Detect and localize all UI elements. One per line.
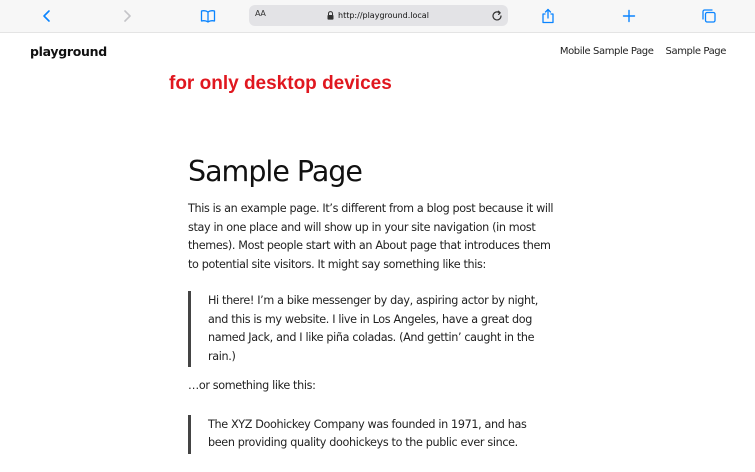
back-icon (43, 10, 50, 22)
forward-icon (124, 10, 131, 22)
tabs-icon (702, 9, 716, 23)
share-button[interactable] (536, 4, 560, 28)
quote-text: The XYZ Doohickey Company was founded in… (208, 417, 527, 450)
reload-icon (491, 10, 502, 20)
bookmarks-button[interactable] (196, 4, 220, 28)
forward-button[interactable] (115, 4, 139, 28)
quote-block: The XYZ Doohickey Company was founded in… (188, 414, 548, 454)
nav-item-mobile-sample-page[interactable]: Mobile Sample Page (560, 46, 654, 57)
desktop-only-notice: for only desktop devices (169, 73, 392, 94)
reload-button[interactable] (489, 8, 504, 23)
url-text: http://playground.local (338, 11, 429, 20)
site-title-link[interactable]: playground (30, 44, 107, 59)
page-content: Sample Page This is an example page. It’… (188, 152, 568, 454)
site-header: playground Mobile Sample Page Sample Pag… (0, 32, 755, 76)
back-button[interactable] (35, 4, 59, 28)
page-title: Sample Page (188, 155, 363, 188)
new-tab-button[interactable] (617, 4, 641, 28)
lock-icon (327, 11, 334, 20)
bookmarks-icon (200, 10, 216, 23)
transition-paragraph: …or something like this: (188, 379, 316, 392)
new-tab-icon (622, 9, 636, 23)
tabs-button[interactable] (697, 4, 721, 28)
text-size-button[interactable]: AA (255, 9, 266, 18)
primary-nav: Mobile Sample Page Sample Page (560, 46, 727, 57)
nav-item-sample-page[interactable]: Sample Page (666, 46, 727, 57)
browser-toolbar: AA http://playground.local (0, 0, 755, 33)
address-bar[interactable]: AA http://playground.local (249, 5, 508, 26)
quote-text: Hi there! I’m a bike messenger by day, a… (208, 294, 538, 363)
quote-block: Hi there! I’m a bike messenger by day, a… (188, 291, 548, 367)
intro-paragraph: This is an example page. It’s different … (188, 202, 554, 271)
share-icon (542, 8, 554, 24)
